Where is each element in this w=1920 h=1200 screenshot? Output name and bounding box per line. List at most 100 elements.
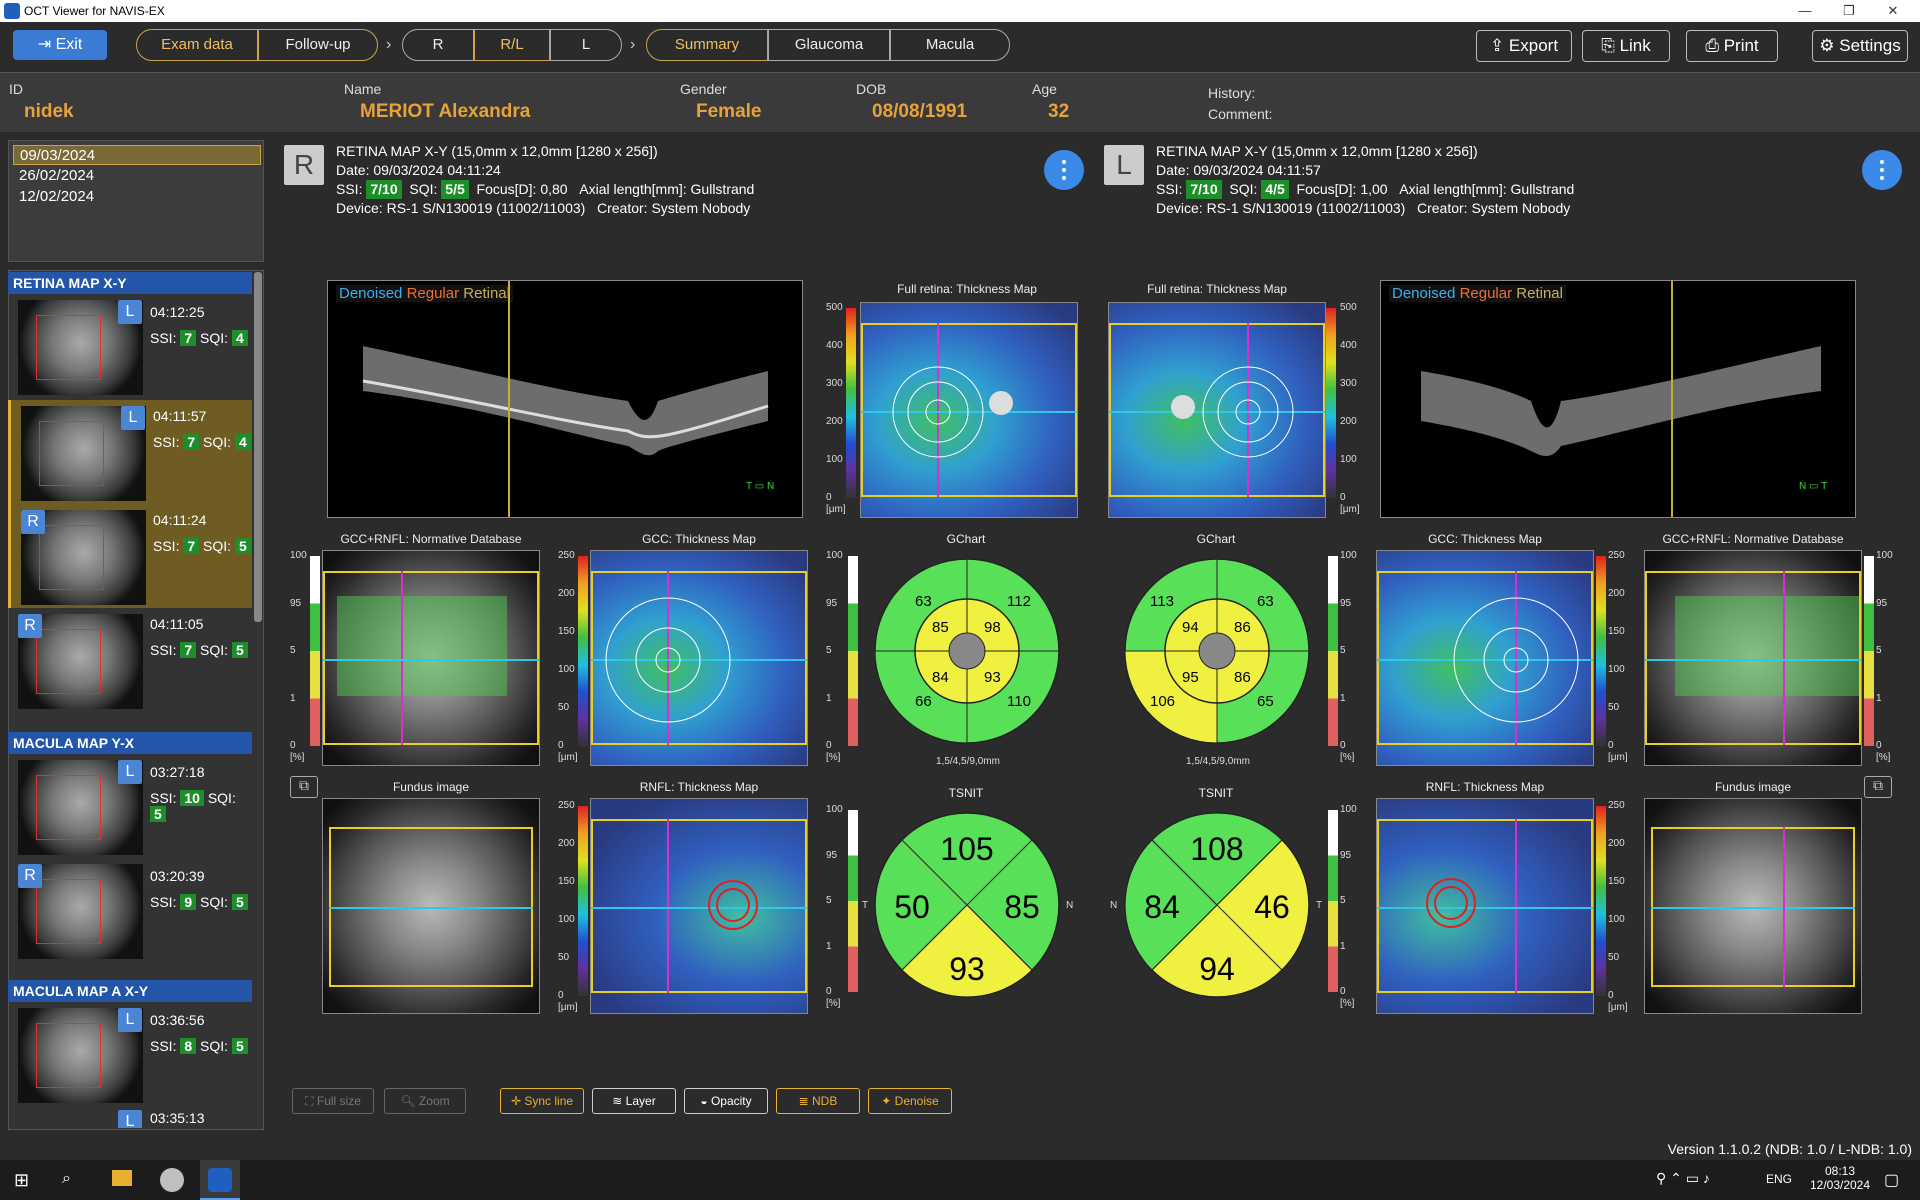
app-shortcut-icon[interactable] [160,1168,184,1192]
close-icon[interactable]: ✕ [1870,0,1916,22]
scale-tick: 200 [558,588,575,599]
scale-tick: 300 [1340,378,1357,389]
patient-gender: Female [696,101,762,122]
gear-icon: ⚙ [1819,36,1835,55]
more-options-button[interactable] [1044,150,1084,190]
tab-l[interactable]: L [550,29,622,61]
more-options-button[interactable] [1862,150,1902,190]
tab-rl[interactable]: R/L [474,29,550,61]
quality-info: SSI: 10 SQI: 5 [150,790,236,822]
ndb-button[interactable]: ≣ NDB [776,1088,860,1114]
scale-tick: 0 [558,740,564,751]
oct-bscan-left[interactable]: Denoised Regular Retinal N ▭ T [1380,280,1856,518]
scale-tick: 100 [826,804,843,815]
toolbar: ⇥ Exit Exam data Follow-up › R R/L L › S… [0,22,1920,72]
list-item[interactable]: L 03:35:13 [8,1108,252,1128]
print-button[interactable]: ⎙ Print [1686,30,1778,62]
windows-start-icon[interactable]: ⊞ [14,1170,29,1191]
panel-title: GCC+RNFL: Normative Database [340,532,522,546]
link-button[interactable]: ⎘ Link [1582,30,1670,62]
full-size-button[interactable]: ⛶ Full size [292,1088,374,1114]
language-indicator[interactable]: ENG [1766,1172,1792,1186]
scale-tick: 150 [558,876,575,887]
restore-icon[interactable]: ❐ [1826,0,1872,22]
tab-follow-up[interactable]: Follow-up [258,29,378,61]
clock[interactable]: 08:13 12/03/2024 [1808,1164,1872,1192]
chevron-right-icon: › [386,36,392,53]
scan-time: 04:12:25 [150,304,205,320]
oct-bscan-right[interactable]: Denoised Regular Retinal T ▭ N [327,280,803,518]
scale-tick: 0 [1876,740,1882,751]
list-item[interactable]: L 03:27:18 SSI: 10 SQI: 5 [8,756,252,860]
tab-r[interactable]: R [402,29,474,61]
svg-text:63: 63 [1257,593,1274,610]
tab-glaucoma[interactable]: Glaucoma [768,29,890,61]
tsnit-side-label: N [1110,900,1118,911]
fundus-left-image[interactable] [1644,798,1862,1014]
gchart-left[interactable]: 113 63 106 65 94 86 95 86 [1122,556,1312,746]
date-item[interactable]: 12/02/2024 [13,187,261,207]
list-item[interactable]: L 03:36:56 SSI: 8 SQI: 5 [8,1004,252,1108]
scale-tick: 150 [1608,876,1625,887]
notification-icon[interactable]: ▢ [1884,1170,1899,1190]
tab-summary[interactable]: Summary [646,29,768,61]
list-item[interactable]: L 04:12:25 SSI: 7 SQI: 4 [8,296,252,400]
scale-tick: 150 [558,626,575,637]
gcc-thickness-right-image[interactable] [590,550,808,766]
list-item[interactable]: R 03:20:39 SSI: 9 SQI: 5 [8,860,252,964]
svg-text:108: 108 [1190,831,1243,867]
panel-title: GCC+RNFL: Normative Database [1662,532,1844,546]
color-scale [1596,806,1606,996]
image-toggle-icon[interactable]: ⧉ [1864,776,1892,798]
gchart-subtitle: 1,5/4,5/9,0mm [1186,756,1250,767]
settings-button[interactable]: ⚙ Settings [1812,30,1908,62]
scrollbar[interactable] [254,272,262,622]
list-item[interactable]: L 04:11:57 SSI: 7 SQI: 4 [8,400,252,504]
rnfl-thickness-right-image[interactable] [590,798,808,1014]
tsnit-left[interactable]: 108 84 46 94 [1122,810,1312,1000]
list-item[interactable]: R 04:11:05 SSI: 7 SQI: 5 [8,608,252,712]
tab-exam-data[interactable]: Exam data [136,29,258,61]
layer-button[interactable]: ≋ Layer [592,1088,676,1114]
scale-tick: 100 [558,664,575,675]
link-icon: ⎘ [1601,36,1615,55]
gcc-thickness-left-image[interactable] [1376,550,1594,766]
exam-date: 09/03/2024 04:11:57 [1193,162,1321,178]
list-item[interactable]: R 04:11:24 SSI: 7 SQI: 5 [8,504,252,608]
zoom-button[interactable]: 🔍︎ Zoom [384,1088,466,1114]
fundus-right-image[interactable] [322,798,540,1014]
eye-badge: R [18,614,42,638]
panel-title: Full retina: Thickness Map [897,282,1037,296]
tab-macula[interactable]: Macula [890,29,1010,61]
date-item[interactable]: 09/03/2024 [13,145,261,165]
search-icon[interactable]: ⌕ [62,1170,71,1188]
export-button[interactable]: ⇪ Export [1476,30,1572,62]
denoise-button[interactable]: ✦ Denoise [868,1088,952,1114]
ndb-scale [848,810,858,992]
full-retina-thickness-left[interactable] [1108,300,1348,518]
image-toggle-icon[interactable]: ⧉ [290,776,318,798]
gchart-right[interactable]: 63 112 66 110 85 98 84 93 [872,556,1062,746]
tsnit-side-label: T [1316,900,1323,911]
scale-tick: 150 [1608,626,1625,637]
tsnit-right[interactable]: 105 50 85 93 [872,810,1062,1000]
svg-text:95: 95 [1182,669,1199,686]
svg-text:46: 46 [1254,889,1290,925]
tray-icons[interactable]: ⚲ ⌃ ▭ ♪ [1656,1170,1710,1187]
sync-line-button[interactable]: ✛ Sync line [500,1088,584,1114]
navis-app-icon[interactable] [200,1160,240,1200]
rnfl-thickness-left-image[interactable] [1376,798,1594,1014]
thickness-map-image [1108,302,1326,518]
gcc-ndb-left-image[interactable] [1644,550,1862,766]
gcc-ndb-right-image[interactable] [322,550,540,766]
opacity-button[interactable]: ◒ Opacity [684,1088,768,1114]
tsnit-side-label: T [862,900,869,911]
full-retina-thickness-right[interactable] [820,300,1078,518]
scale-tick: 5 [826,895,832,906]
quality-info: SSI: 8 SQI: 5 [150,1038,248,1054]
file-explorer-icon[interactable] [112,1170,132,1186]
eye-badge: L [121,406,145,430]
exit-button[interactable]: ⇥ Exit [13,30,107,60]
date-item[interactable]: 26/02/2024 [13,166,261,186]
minimize-icon[interactable]: — [1782,0,1828,22]
